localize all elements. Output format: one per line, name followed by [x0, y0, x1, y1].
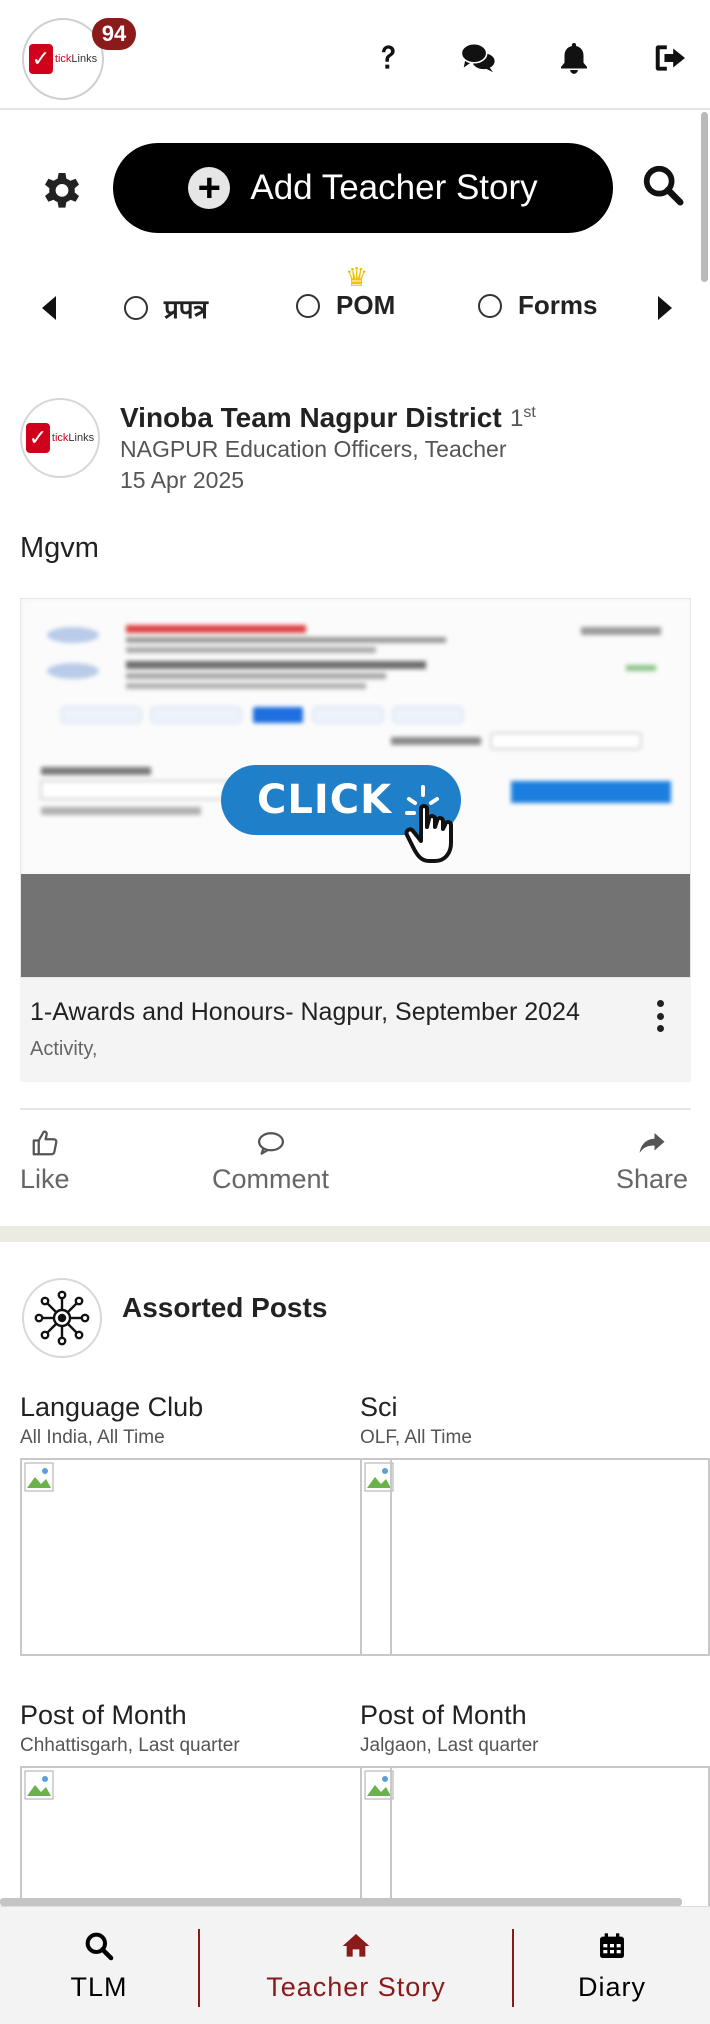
calendar-icon	[600, 1932, 624, 1958]
filter-label: Forms	[518, 290, 598, 320]
home-icon	[342, 1933, 370, 1957]
filter-scroll-left-icon[interactable]	[38, 290, 62, 326]
assorted-item-meta: Jalgaon, Last quarter	[360, 1735, 539, 1756]
media-caption[interactable]: 1-Awards and Honours- Nagpur, September …	[20, 978, 691, 1082]
share-button[interactable]: Share	[616, 1128, 688, 1195]
nav-label: Teacher Story	[266, 1971, 446, 2002]
post-text: Mgvm	[20, 532, 99, 564]
filter-option-pom[interactable]: POM	[296, 290, 395, 321]
filter-scroll-right-icon[interactable]	[652, 290, 676, 326]
nav-item-diary[interactable]: Diary	[514, 1907, 710, 2024]
scrollbar-thumb[interactable]	[701, 112, 708, 282]
assorted-item[interactable]: Language Club All India, All Time	[20, 1392, 203, 1449]
comment-button[interactable]: Comment	[212, 1128, 329, 1195]
add-teacher-story-button[interactable]: + Add Teacher Story	[113, 143, 613, 233]
like-button[interactable]: Like	[20, 1128, 70, 1195]
thumbs-up-icon	[32, 1130, 58, 1156]
avatar-logo-mark: ✓ tickLinks	[25, 423, 94, 453]
assorted-item-meta: OLF, All Time	[360, 1427, 472, 1448]
more-options-icon[interactable]	[650, 996, 670, 1036]
notification-count-badge: 94	[92, 18, 136, 50]
nav-label: Diary	[577, 1971, 646, 2002]
nav-label: TLM	[70, 1971, 128, 2002]
assorted-posts-title: Assorted Posts	[122, 1292, 328, 1323]
section-separator	[0, 1226, 710, 1242]
assorted-item[interactable]: Post of Month Jalgaon, Last quarter	[360, 1700, 539, 1757]
help-icon[interactable]	[366, 36, 410, 80]
bell-icon[interactable]	[552, 36, 596, 80]
comment-label: Comment	[212, 1164, 330, 1194]
radio-button[interactable]	[296, 293, 320, 318]
crown-icon: ♛	[345, 262, 369, 292]
media-placeholder-area	[21, 874, 690, 977]
search-icon	[85, 1932, 114, 1960]
author-subtitle: NAGPUR Education Officers, Teacher	[120, 436, 507, 462]
nav-item-tlm[interactable]: TLM	[0, 1907, 198, 2024]
assorted-item-meta: Chhattisgarh, Last quarter	[20, 1735, 240, 1756]
assorted-item[interactable]: Sci OLF, All Time	[360, 1392, 472, 1449]
radio-button[interactable]	[124, 296, 148, 320]
author-name[interactable]: Vinoba Team Nagpur District	[120, 402, 502, 434]
top-bar: ✓ tickLinks 94	[0, 0, 710, 110]
author-avatar[interactable]: ✓ tickLinks	[20, 398, 100, 478]
filter-label: POM	[336, 290, 396, 320]
like-label: Like	[20, 1164, 70, 1194]
settings-gear-icon[interactable]	[38, 166, 86, 214]
add-teacher-story-label: Add Teacher Story	[250, 168, 538, 207]
broken-image-icon	[24, 1462, 54, 1492]
search-icon[interactable]	[640, 162, 686, 208]
assorted-item-name[interactable]: Post of Month	[20, 1700, 240, 1731]
horizontal-scrollbar[interactable]	[0, 1898, 682, 1906]
radio-button[interactable]	[478, 293, 502, 318]
media-subtitle: Activity,	[30, 1038, 98, 1060]
assorted-item-image[interactable]	[20, 1458, 362, 1656]
share-label: Share	[616, 1164, 689, 1194]
logout-icon[interactable]	[648, 36, 692, 80]
assorted-item-name[interactable]: Language Club	[20, 1392, 203, 1423]
plus-circle-icon: +	[188, 167, 231, 209]
post-media[interactable]: CLICK	[20, 598, 691, 978]
assorted-item-meta: All India, All Time	[20, 1427, 165, 1448]
filter-label: प्रपत्र	[164, 294, 208, 324]
pointing-hand-icon	[401, 781, 471, 865]
assorted-item-image[interactable]	[20, 1766, 362, 1906]
assorted-item-image[interactable]	[360, 1766, 710, 1908]
network-hub-icon	[22, 1278, 102, 1358]
logo-mark: ✓ tickLinks	[28, 44, 97, 74]
divider	[20, 1108, 691, 1110]
nav-item-teacher-story[interactable]: Teacher Story	[200, 1907, 512, 2024]
post-date: 15 Apr 2025	[120, 467, 245, 493]
bottom-navigation: TLM Teacher Story Diary	[0, 1906, 710, 2024]
media-title[interactable]: 1-Awards and Honours- Nagpur, September …	[30, 998, 580, 1027]
assorted-item-name[interactable]: Post of Month	[360, 1700, 539, 1731]
broken-image-icon	[24, 1770, 54, 1800]
filter-option-forms[interactable]: Forms	[478, 290, 597, 321]
assorted-item[interactable]: Post of Month Chhattisgarh, Last quarter	[20, 1700, 240, 1757]
filter-option-prapatra[interactable]: प्रपत्र	[124, 290, 208, 326]
author-rank: 1st	[510, 404, 536, 432]
share-icon	[639, 1133, 665, 1153]
assorted-item-name[interactable]: Sci	[360, 1392, 472, 1423]
comment-icon	[257, 1132, 284, 1155]
chat-icon[interactable]	[456, 36, 500, 80]
assorted-item-image[interactable]	[360, 1458, 710, 1656]
